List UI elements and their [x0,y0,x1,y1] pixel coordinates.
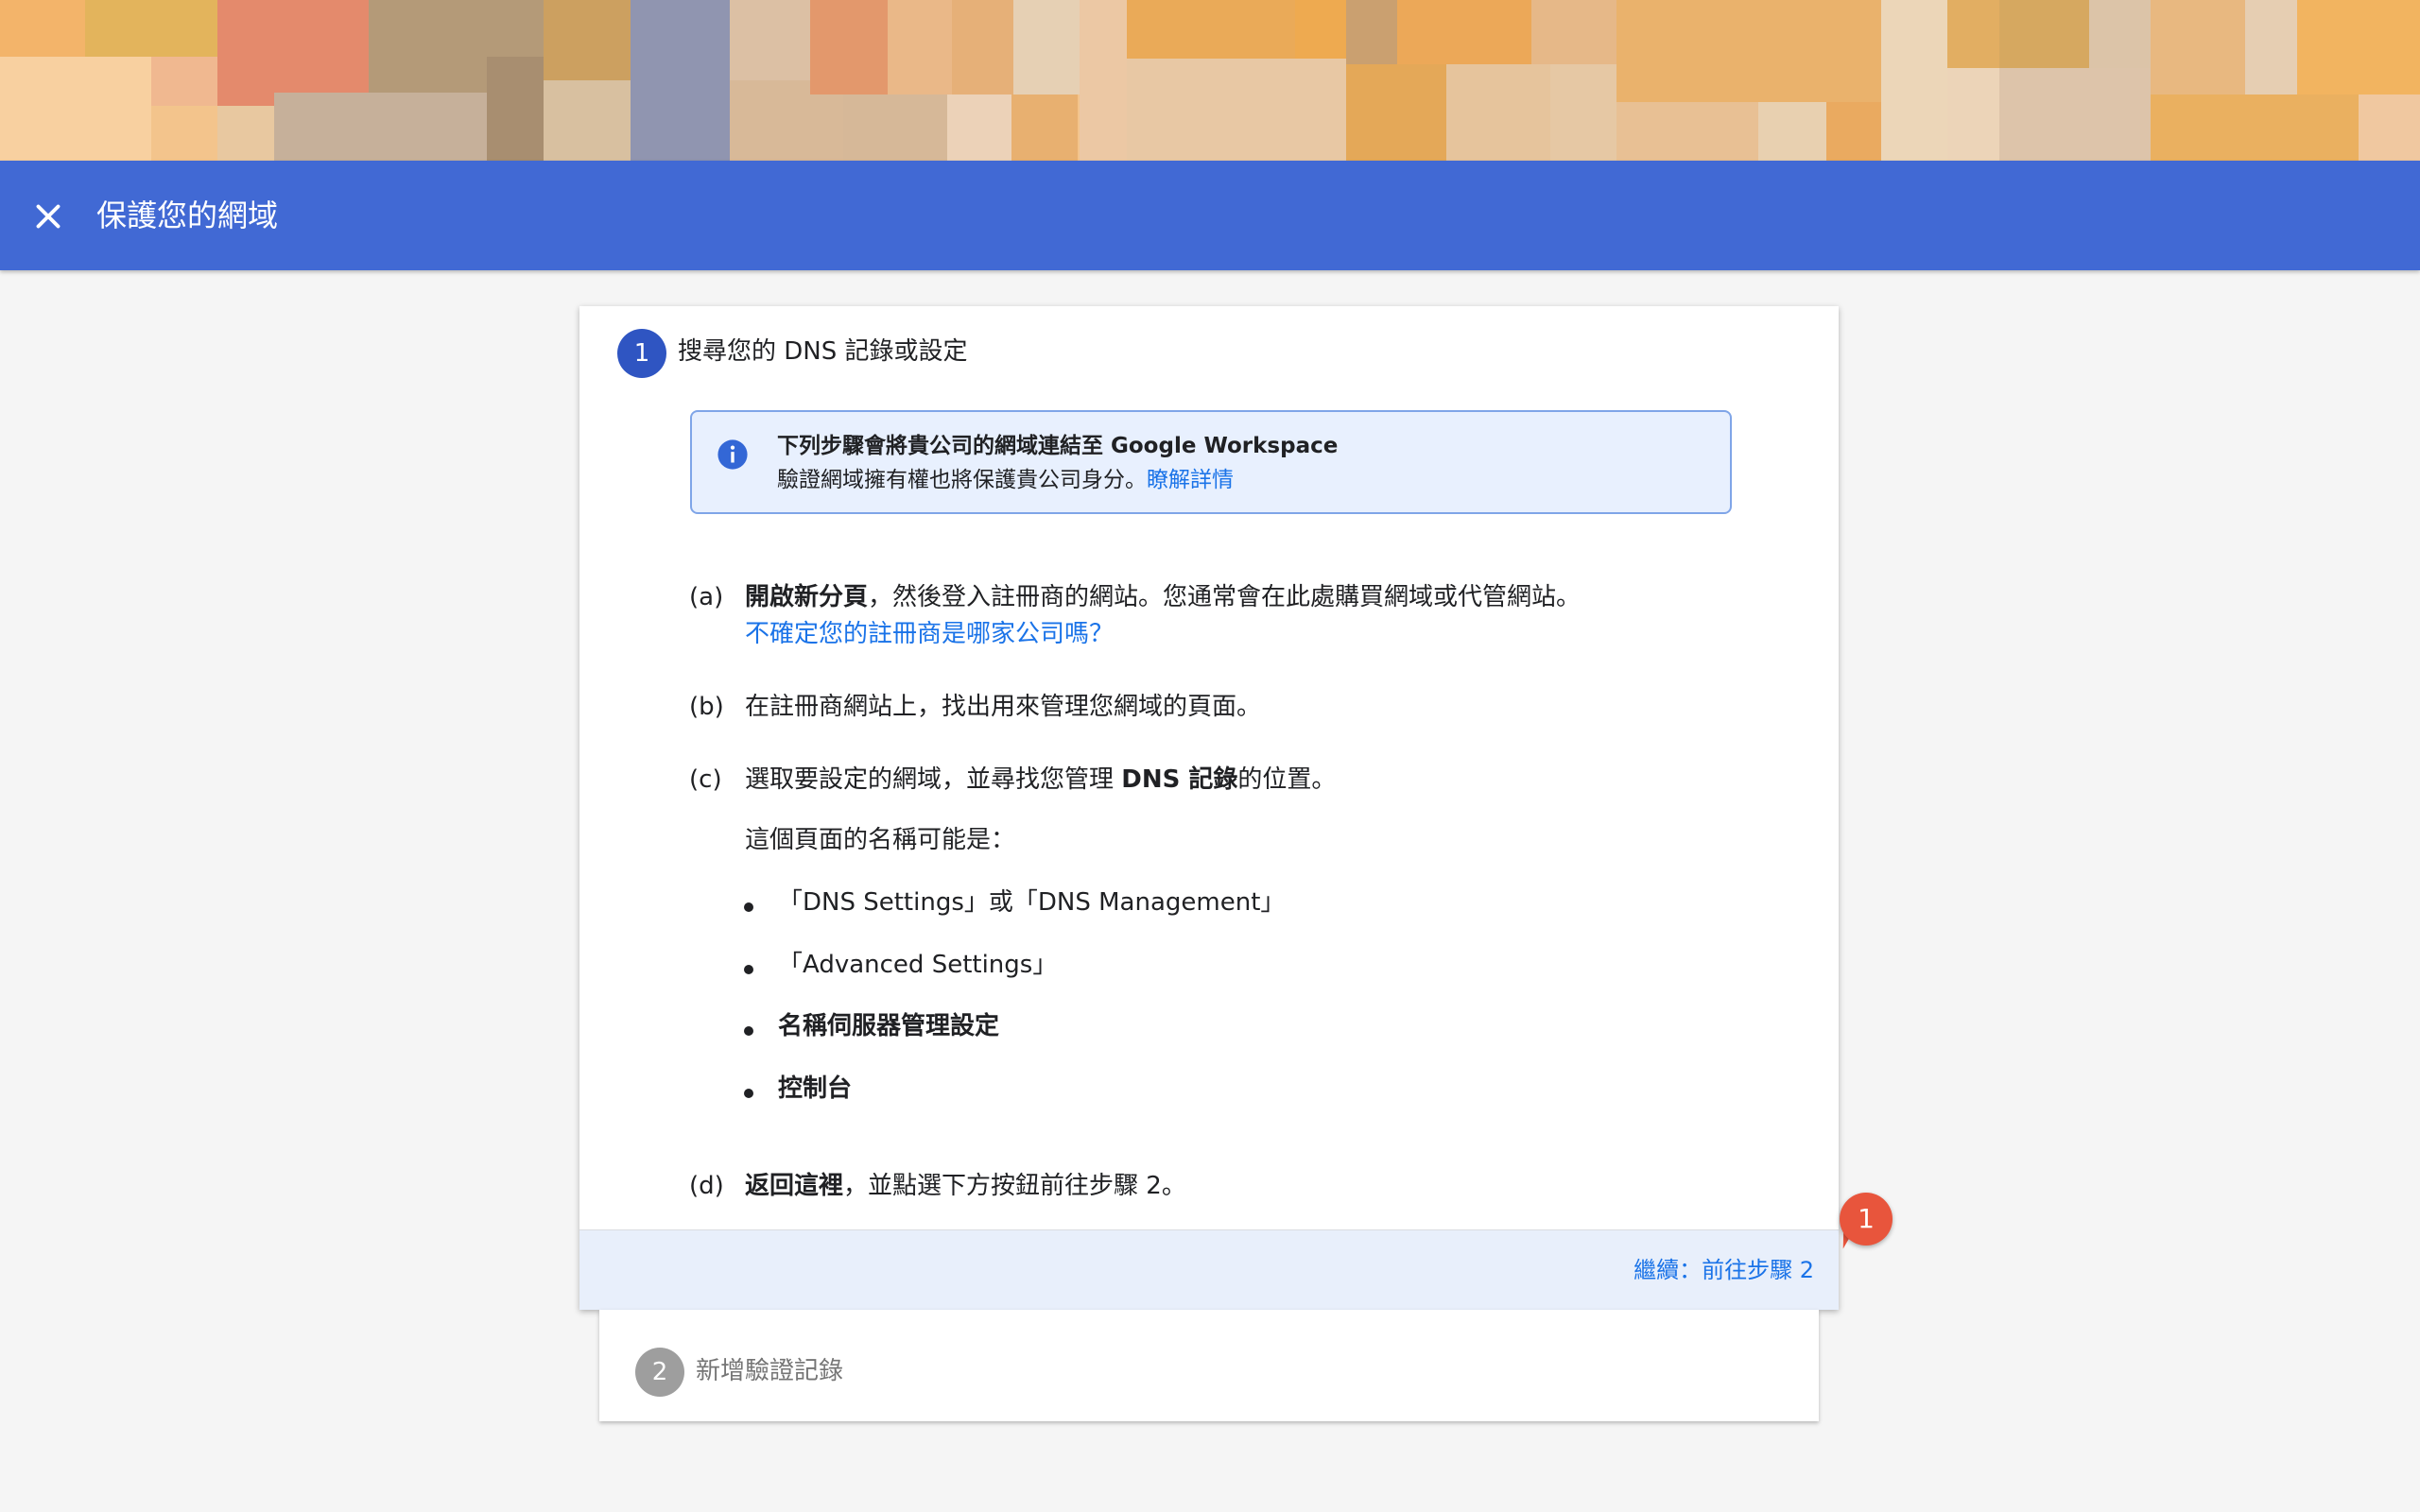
header-banner-image [0,0,2420,161]
info-title: 下列步驟會將貴公司的網域連結至 Google Workspace [777,434,1339,458]
bullet-dot [744,1089,753,1098]
step-1-card: 1 搜尋您的 DNS 記錄或設定 下列步驟會將貴公司的網域連結至 Google … [579,306,1839,1310]
page-name-option: 控制台 [778,1074,853,1103]
info-icon [717,439,748,470]
step-2-title: 新增驗證記錄 [696,1357,844,1385]
step-1-title: 搜尋您的 DNS 記錄或設定 [678,337,968,366]
info-body: 驗證網域擁有權也將保護貴公司身分。瞭解詳情 [777,463,1234,497]
info-body-text: 驗證網域擁有權也將保護貴公司身分。 [777,468,1147,492]
item-d-text: 返回這裡，並點選下方按鈕前往步驟 2。 [745,1167,1186,1205]
bullet-dot [744,965,753,974]
page-name-option: 名稱伺服器管理設定 [778,1012,1000,1040]
item-d-bold: 返回這裡 [745,1172,844,1200]
bullet-dot [744,1026,753,1036]
item-d-marker: (d) [689,1172,724,1200]
item-c-marker: (c) [689,765,722,794]
item-a-marker: (a) [689,583,724,611]
registrar-help-link[interactable]: 不確定您的註冊商是哪家公司嗎？ [745,615,1114,653]
item-a-rest: ，然後登入註冊商的網站。您通常會在此處購買網域或代管網站。 [868,583,1582,611]
step-2-card[interactable]: 2 新增驗證記錄 [599,1310,1819,1421]
page-name-option: 「Advanced Settings」 [778,951,1058,979]
info-banner: 下列步驟會將貴公司的網域連結至 Google Workspace 驗證網域擁有權… [690,410,1732,514]
item-c-pre: 選取要設定的網域，並尋找您管理 [745,765,1122,794]
step-1-footer: 繼續：前往步驟 2 [579,1229,1839,1310]
item-c-text: 選取要設定的網域，並尋找您管理 DNS 記錄的位置。 [745,761,1336,799]
item-c-subtitle: 這個頁面的名稱可能是： [745,826,1016,854]
learn-more-link[interactable]: 瞭解詳情 [1147,468,1234,492]
item-b-marker: (b) [689,693,724,721]
item-b-text: 在註冊商網站上，找出用來管理您網域的頁面。 [745,693,1262,721]
item-c-bold: DNS 記錄 [1121,765,1238,794]
close-icon [36,204,60,229]
step-2-number: 2 [635,1348,684,1397]
app-header: 保護您的網域 [0,161,2420,270]
continue-button[interactable]: 繼續：前往步驟 2 [1634,1251,1814,1289]
item-a-bold: 開啟新分頁 [745,583,869,611]
page-title: 保護您的網域 [96,198,279,233]
item-c-post: 的位置。 [1237,765,1337,794]
page-name-option: 「DNS Settings」或「DNS Management」 [778,888,1286,917]
close-button[interactable] [28,197,68,236]
bullet-dot [744,902,753,912]
item-d-rest: ，並點選下方按鈕前往步驟 2。 [843,1172,1186,1200]
step-1-number: 1 [617,329,666,378]
notification-badge[interactable]: 1 [1840,1193,1893,1246]
item-a-text: 開啟新分頁，然後登入註冊商的網站。您通常會在此處購買網域或代管網站。 [745,578,1581,616]
